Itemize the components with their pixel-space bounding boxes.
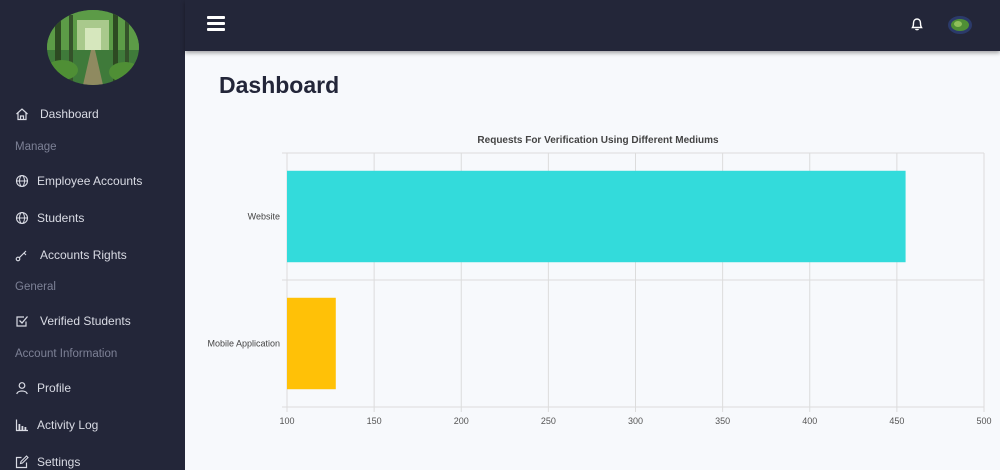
sidebar-item-students[interactable]: Students bbox=[0, 203, 185, 233]
category-label: Website bbox=[248, 212, 280, 222]
sidebar-item-label: Accounts Rights bbox=[40, 248, 127, 262]
home-icon bbox=[15, 107, 29, 121]
sidebar-item-accounts-rights[interactable]: Accounts Rights bbox=[0, 240, 185, 270]
x-tick-label: 100 bbox=[279, 416, 294, 426]
sidebar-item-verified-students[interactable]: Verified Students bbox=[0, 306, 185, 336]
edit-icon bbox=[15, 455, 29, 469]
bar-chart-icon bbox=[15, 418, 29, 432]
sidebar-item-label: Employee Accounts bbox=[37, 174, 143, 188]
sidebar-section-general: General bbox=[15, 281, 56, 293]
x-tick-label: 350 bbox=[715, 416, 730, 426]
sidebar-item-activity-log[interactable]: Activity Log bbox=[0, 410, 185, 440]
page-title: Dashboard bbox=[219, 72, 340, 98]
sidebar-item-label: Activity Log bbox=[37, 418, 99, 432]
sidebar-item-dashboard[interactable]: Dashboard bbox=[0, 99, 185, 129]
bell-icon[interactable] bbox=[909, 16, 925, 32]
hamburger-icon[interactable] bbox=[207, 16, 225, 31]
bar-chart: Requests For Verification Using Differen… bbox=[207, 135, 991, 426]
globe-icon bbox=[15, 174, 29, 188]
sidebar-section-manage: Manage bbox=[15, 141, 57, 153]
user-icon bbox=[15, 381, 29, 395]
sidebar-item-label: Settings bbox=[37, 455, 81, 469]
sidebar-item-label: Students bbox=[37, 211, 85, 225]
sidebar-item-label: Verified Students bbox=[40, 314, 131, 328]
key-icon bbox=[15, 248, 29, 262]
x-tick-label: 400 bbox=[802, 416, 817, 426]
x-tick-label: 200 bbox=[454, 416, 469, 426]
checkbox-icon bbox=[15, 314, 29, 328]
x-tick-label: 500 bbox=[976, 416, 991, 426]
sidebar-item-profile[interactable]: Profile bbox=[0, 373, 185, 403]
x-tick-label: 150 bbox=[367, 416, 382, 426]
x-tick-label: 300 bbox=[628, 416, 643, 426]
chart-title: Requests For Verification Using Differen… bbox=[477, 135, 719, 146]
sidebar-item-label: Profile bbox=[37, 381, 72, 395]
sidebar-item-settings[interactable]: Settings bbox=[0, 447, 185, 470]
x-tick-label: 450 bbox=[889, 416, 904, 426]
bar[interactable] bbox=[287, 170, 906, 263]
sidebar-section-account-information: Account Information bbox=[15, 348, 118, 360]
logo-image bbox=[47, 10, 139, 85]
sidebar-item-employee-accounts[interactable]: Employee Accounts bbox=[0, 166, 185, 196]
bar[interactable] bbox=[287, 297, 336, 390]
avatar[interactable] bbox=[948, 16, 972, 34]
sidebar: Dashboard Manage Employee Accounts Stude… bbox=[0, 0, 185, 470]
x-tick-label: 250 bbox=[541, 416, 556, 426]
category-label: Mobile Application bbox=[207, 339, 280, 349]
topbar bbox=[185, 0, 1000, 51]
globe-icon bbox=[15, 211, 29, 225]
sidebar-item-label: Dashboard bbox=[40, 107, 99, 121]
